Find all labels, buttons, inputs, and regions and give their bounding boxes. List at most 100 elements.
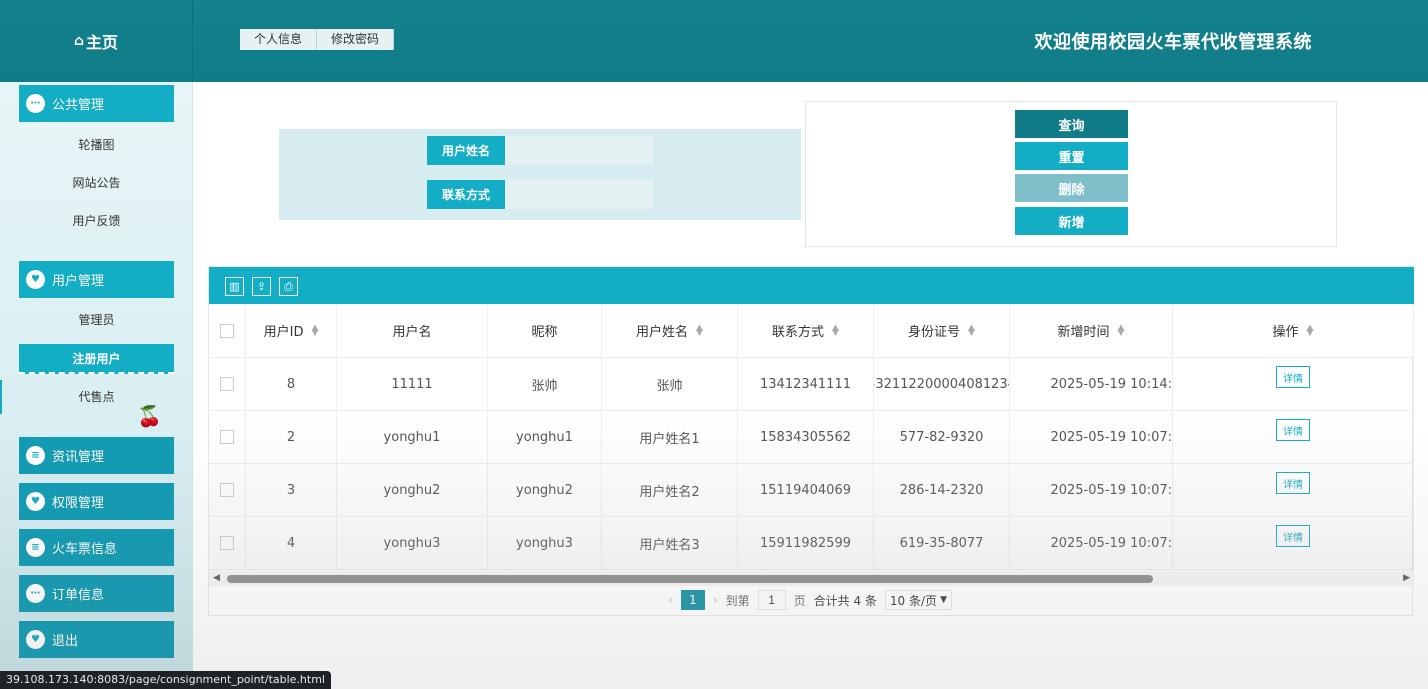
page-label: 页 [793,593,806,608]
chevron-down-icon: ▼ [940,595,947,605]
search-panel: 用户姓名 联系方式 [279,129,801,220]
menu-label: 资讯管理 [52,450,105,465]
cell-user-id: 2 [246,411,337,464]
sidebar-item-admin[interactable]: 管理员 [19,305,174,335]
cell-created: 2025-05-19 10:07: [1010,411,1173,464]
chat-icon: ⋯ [26,94,45,113]
sidebar-item-carousel[interactable]: 轮播图 [19,130,174,160]
page-number-current[interactable]: 1 [680,590,705,610]
menu-train-ticket-info[interactable]: ≡ 火车票信息 [19,529,174,566]
sort-icon[interactable]: ▲ ▼ [1118,323,1125,337]
name-input[interactable] [505,136,653,165]
cell-username: yonghu3 [337,517,488,570]
detail-button[interactable]: 详情 [1276,419,1310,441]
print-icon[interactable]: ⎙ [279,277,298,296]
heart-icon: ♥ [26,630,45,649]
menu-logout[interactable]: ♥ 退出 [19,621,174,658]
menu-news-management[interactable]: ≡ 资讯管理 [19,437,174,474]
table-toolbar: ▥ ⇪ ⎙ [209,267,1414,304]
row-checkbox[interactable] [220,377,234,391]
scroll-left-icon[interactable]: ◀ [213,573,220,583]
sort-icon[interactable]: ▲ ▼ [1307,323,1314,337]
horizontal-scrollbar[interactable]: ◀ ▶ [209,572,1414,586]
cell-created: 2025-05-19 10:14: [1010,358,1173,411]
detail-button[interactable]: 详情 [1276,525,1310,547]
scroll-right-icon[interactable]: ▶ [1403,573,1410,583]
cell-created: 2025-05-19 10:07: [1010,464,1173,517]
pagination: ‹ 1 › 到第 页 合计共 4 条 10 条/页 ▼ [660,590,952,610]
menu-label: 火车票信息 [52,542,118,557]
cell-phone: 13412341111 [738,358,874,411]
tab-personal-info[interactable]: 个人信息 [240,29,318,50]
cell-created: 2025-05-19 10:07: [1010,517,1173,570]
system-title: 欢迎使用校园火车票代收管理系统 [1034,32,1312,53]
detail-button[interactable]: 详情 [1276,366,1310,388]
cell-action: 详情 [1173,517,1414,570]
goto-page-input[interactable] [757,590,786,610]
cherry-icon: 🍒 [137,404,162,428]
table-row [209,464,246,517]
col-header-user-id[interactable]: 用户ID ▲ ▼ [246,304,337,358]
sidebar-item-feedback[interactable]: 用户反馈 [19,206,174,236]
sidebar-item-registered-users[interactable]: 注册用户 [19,344,174,374]
row-checkbox[interactable] [220,483,234,497]
home-icon: ⌂ [73,33,84,49]
col-label: 用户姓名 [636,325,689,340]
col-header-idcard[interactable]: 身份证号 ▲ ▼ [874,304,1010,358]
chat-icon: ⋯ [26,584,45,603]
cell-user-id: 8 [246,358,337,411]
menu-order-info[interactable]: ⋯ 订单信息 [19,575,174,612]
cell-username: 11111 [337,358,488,411]
home-link[interactable]: ⌂ 主页 [0,0,193,82]
add-button[interactable]: 新增 [1015,207,1128,235]
query-button[interactable]: 查询 [1015,110,1128,138]
sidebar: ⋯ 公共管理 轮播图 网站公告 用户反馈 ♥ 用户管理 管理员 注册用户 代售点… [0,82,193,689]
active-marker [0,380,2,414]
col-label: 用户名 [392,325,432,340]
col-header-action[interactable]: 操作 ▲ ▼ [1173,304,1414,358]
col-header-phone[interactable]: 联系方式 ▲ ▼ [738,304,874,358]
cell-action: 详情 [1173,358,1414,411]
menu-permission-management[interactable]: ♥ 权限管理 [19,483,174,520]
next-page-icon[interactable]: › [713,593,718,607]
col-header-realname[interactable]: 用户姓名 ▲ ▼ [602,304,738,358]
page-size-select[interactable]: 10 条/页 ▼ [884,590,952,610]
cell-phone: 15911982599 [738,517,874,570]
export-icon[interactable]: ⇪ [252,277,271,296]
col-header-created[interactable]: 新增时间 ▲ ▼ [1010,304,1173,358]
sort-icon[interactable]: ▲ ▼ [968,323,975,337]
sort-icon[interactable]: ▲ ▼ [311,323,318,337]
cell-idcard: 619-35-8077 [874,517,1010,570]
scrollbar-thumb[interactable] [227,575,1153,583]
list-icon: ≡ [26,538,45,557]
select-all-checkbox[interactable] [220,323,234,338]
data-table: ▥ ⇪ ⎙ 用户ID ▲ ▼ 用户名 昵称 用户姓名 ▲ ▼ 联系方式 ▲ ▼ 身份证… [208,266,1414,616]
list-icon: ≡ [26,446,45,465]
row-checkbox[interactable] [220,430,234,444]
sort-icon[interactable]: ▲ ▼ [832,323,839,337]
tab-change-password[interactable]: 修改密码 [317,29,395,50]
sort-icon[interactable]: ▲ ▼ [696,323,703,337]
cell-action: 详情 [1173,411,1414,464]
delete-button[interactable]: 删除 [1015,174,1128,202]
contact-input[interactable] [505,180,653,209]
menu-public-management[interactable]: ⋯ 公共管理 [19,85,174,122]
cell-realname: 用户姓名3 [602,517,738,570]
columns-icon[interactable]: ▥ [225,277,244,296]
sidebar-item-announcement[interactable]: 网站公告 [19,168,174,198]
row-checkbox[interactable] [220,536,234,550]
reset-button[interactable]: 重置 [1015,142,1128,170]
cell-phone: 15834305562 [738,411,874,464]
menu-user-management[interactable]: ♥ 用户管理 [19,261,174,298]
detail-button[interactable]: 详情 [1276,472,1310,494]
top-header: ⌂ 主页 个人信息 修改密码 欢迎使用校园火车票代收管理系统 [0,0,1428,82]
select-all-cell [209,304,246,358]
prev-page-icon[interactable]: ‹ [668,593,673,607]
col-header-username: 用户名 [337,304,488,358]
action-panel: 查询 重置 删除 新增 [805,101,1337,247]
cell-user-id: 4 [246,517,337,570]
cell-idcard: 432112200004081234 [874,358,1010,411]
cell-phone: 15119404069 [738,464,874,517]
cell-realname: 张帅 [602,358,738,411]
name-label: 用户姓名 [427,136,505,165]
